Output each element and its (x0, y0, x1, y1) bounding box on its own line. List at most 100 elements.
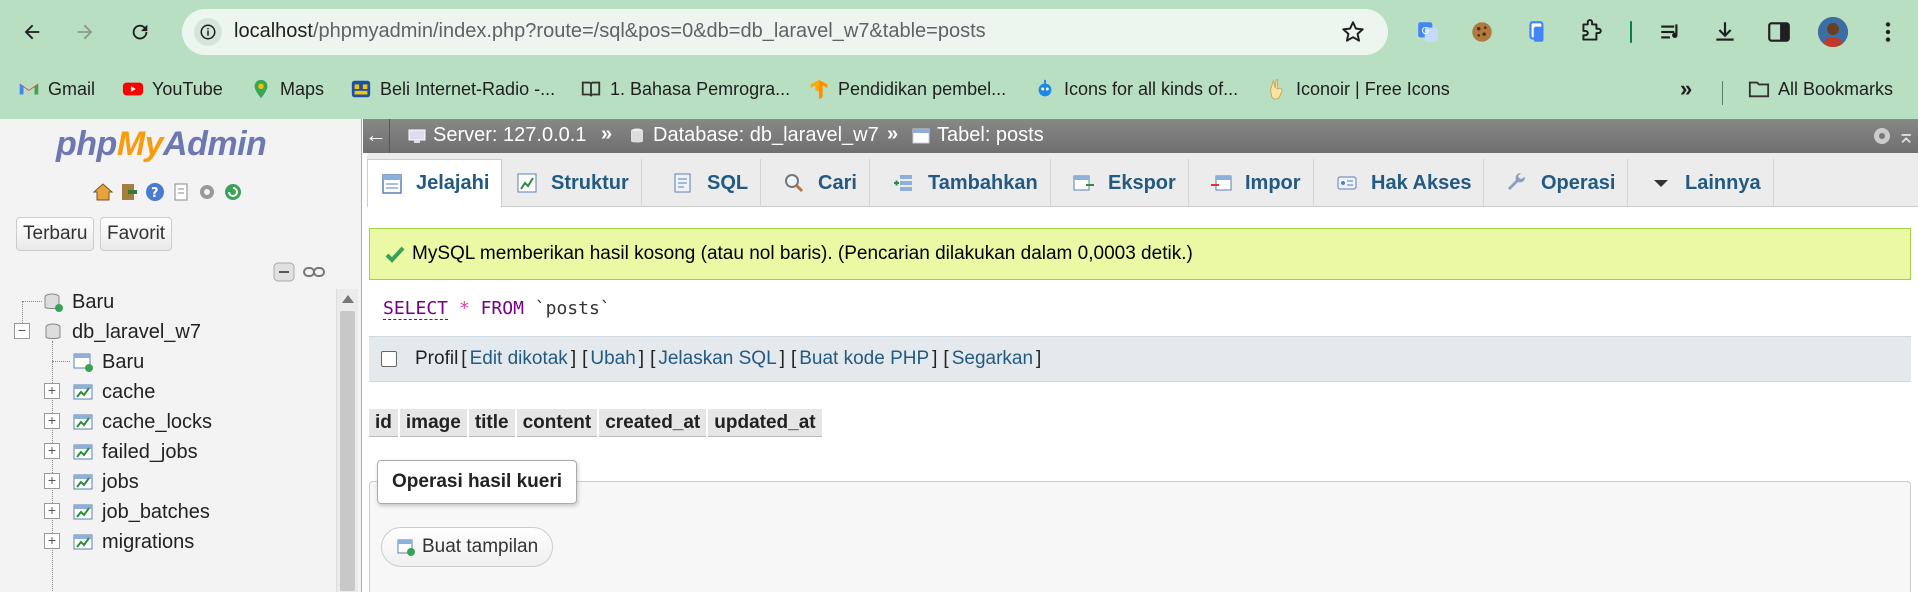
bookmark-internet-radio[interactable]: Beli Internet-Radio -... (350, 75, 555, 103)
edit-link[interactable]: Ubah (590, 348, 635, 370)
recent-tables-button[interactable]: Terbaru (16, 217, 95, 251)
bookmark-youtube[interactable]: YouTube (122, 75, 223, 103)
profile-checkbox[interactable] (381, 351, 397, 367)
breadcrumb-server[interactable]: Server: 127.0.0.1 (407, 124, 586, 147)
tree-item-table[interactable]: cache_locks (72, 409, 212, 435)
create-view-button[interactable]: Buat tampilan (381, 527, 554, 567)
reading-list-icon[interactable] (1655, 16, 1687, 48)
tab-more[interactable]: Lainnya (1637, 159, 1774, 207)
column-header[interactable]: image (399, 409, 467, 437)
explain-sql-link[interactable]: Jelaskan SQL (658, 348, 776, 370)
edit-inline-link[interactable]: Edit dikotak (470, 348, 568, 370)
chevron-down-icon (1649, 171, 1673, 195)
more-bookmarks-button[interactable]: » (1680, 75, 1692, 103)
tree-item-table[interactable]: jobs (72, 469, 139, 495)
favorite-tables-button[interactable]: Favorit (100, 217, 173, 251)
reload-nav-icon[interactable] (222, 181, 244, 203)
table-expand-toggle[interactable]: + (44, 473, 60, 489)
sql-select-keyword[interactable]: SELECT (383, 298, 449, 320)
copy-extension-icon[interactable] (1521, 16, 1553, 48)
tree-item-table[interactable]: cache (72, 379, 155, 405)
tree-item-new-db[interactable]: Baru (42, 289, 114, 315)
tree-item-table[interactable]: migrations (72, 529, 194, 555)
collapse-all-icon[interactable] (272, 261, 296, 283)
bookmark-iconoir[interactable]: Iconoir | Free Icons (1266, 75, 1450, 103)
tree-item-table[interactable]: job_batches (72, 499, 210, 525)
sql-icon (671, 171, 695, 195)
settings-gear-icon[interactable] (1871, 125, 1893, 147)
nav-scrollbar[interactable] (336, 289, 358, 592)
folder-icon (1748, 78, 1770, 100)
tab-sql[interactable]: SQL (659, 159, 762, 207)
profile-avatar[interactable] (1818, 17, 1848, 47)
bookmark-pendidikan[interactable]: Pendidikan pembel... (808, 75, 1006, 103)
link-with-main-icon[interactable] (302, 261, 326, 283)
scroll-up-arrow-icon[interactable] (342, 295, 354, 303)
google-translate-icon[interactable]: G (1412, 16, 1444, 48)
address-bar[interactable]: localhost/phpmyadmin/index.php?route=/sq… (182, 9, 1388, 55)
tab-import[interactable]: Impor (1197, 159, 1314, 207)
logout-icon[interactable] (118, 181, 140, 203)
forward-button[interactable] (67, 14, 103, 50)
settings-gear-icon[interactable] (196, 181, 218, 203)
column-header[interactable]: created_at (599, 409, 707, 437)
column-header[interactable]: id (369, 409, 398, 437)
home-icon[interactable] (92, 181, 114, 203)
tree-item-database[interactable]: db_laravel_w7 (42, 319, 201, 345)
browser-menu-icon[interactable] (1872, 16, 1904, 48)
tab-privileges[interactable]: Hak Akses (1323, 159, 1485, 207)
arrow-left-icon (24, 24, 40, 40)
table-expand-toggle[interactable]: + (44, 443, 60, 459)
tab-search[interactable]: Cari (770, 159, 870, 207)
tree-item-table[interactable]: failed_jobs (72, 439, 198, 465)
breadcrumb-table[interactable]: Tabel: posts (911, 124, 1044, 147)
phpmyadmin-logo[interactable]: phpMyAdmin (56, 125, 267, 164)
all-bookmarks-button[interactable]: All Bookmarks (1748, 75, 1893, 103)
tab-structure[interactable]: Struktur (503, 159, 642, 207)
extensions-puzzle-icon[interactable] (1575, 16, 1607, 48)
site-info-icon[interactable] (194, 18, 222, 46)
bookmark-star-icon[interactable] (1340, 19, 1366, 45)
profile-label: Profil (415, 348, 459, 369)
column-header[interactable]: updated_at (708, 409, 822, 437)
refresh-link[interactable]: Segarkan (952, 348, 1033, 370)
svg-text:?: ? (151, 186, 159, 201)
tab-insert[interactable]: Tambahkan (880, 159, 1051, 207)
back-button[interactable] (14, 14, 50, 50)
bookmark-bahasa-pemrograman[interactable]: 1. Bahasa Pemrogra... (580, 75, 790, 103)
book-icon (580, 78, 602, 100)
cookie-extension-icon[interactable] (1466, 16, 1498, 48)
nav-toggle-button[interactable]: ← (365, 122, 387, 148)
side-panel-icon[interactable] (1763, 16, 1795, 48)
bookmark-maps[interactable]: Maps (250, 75, 324, 103)
breadcrumb-separator: » (601, 123, 613, 145)
column-header[interactable]: title (468, 409, 515, 437)
tree-item-new-table[interactable]: Baru (72, 349, 144, 375)
tab-browse[interactable]: Jelajahi (367, 159, 503, 207)
bracket: [ (461, 348, 467, 369)
scroll-thumb[interactable] (340, 311, 355, 591)
reload-button[interactable] (122, 14, 158, 50)
breadcrumb-database[interactable]: Database: db_laravel_w7 (627, 124, 879, 147)
table-expand-toggle[interactable]: + (44, 413, 60, 429)
bookmark-label: Maps (280, 78, 325, 99)
collapse-top-icon[interactable]: ⌅ (1897, 123, 1915, 149)
docs-icon[interactable] (170, 181, 192, 203)
help-icon[interactable]: ? (144, 181, 166, 203)
column-header[interactable]: content (516, 409, 598, 437)
tab-operations[interactable]: Operasi (1493, 159, 1629, 207)
table-expand-toggle[interactable]: + (44, 533, 60, 549)
tab-export[interactable]: Ekspor (1060, 159, 1189, 207)
bookmark-gmail[interactable]: Gmail (18, 75, 95, 103)
table-expand-toggle[interactable]: + (44, 503, 60, 519)
download-icon[interactable] (1709, 16, 1741, 48)
query-results-operations (369, 481, 1911, 592)
sql-query-display: SELECT * FROM `posts` (369, 280, 1911, 336)
bracket: [ (650, 348, 656, 369)
create-php-code-link[interactable]: Buat kode PHP (799, 348, 929, 370)
bookmark-icons-all-kinds[interactable]: Icons for all kinds of... (1034, 75, 1238, 103)
export-icon (1072, 171, 1096, 195)
table-expand-toggle[interactable]: + (44, 383, 60, 399)
db-collapse-toggle[interactable]: − (14, 323, 30, 339)
success-message: MySQL memberikan hasil kosong (atau nol … (369, 228, 1911, 280)
